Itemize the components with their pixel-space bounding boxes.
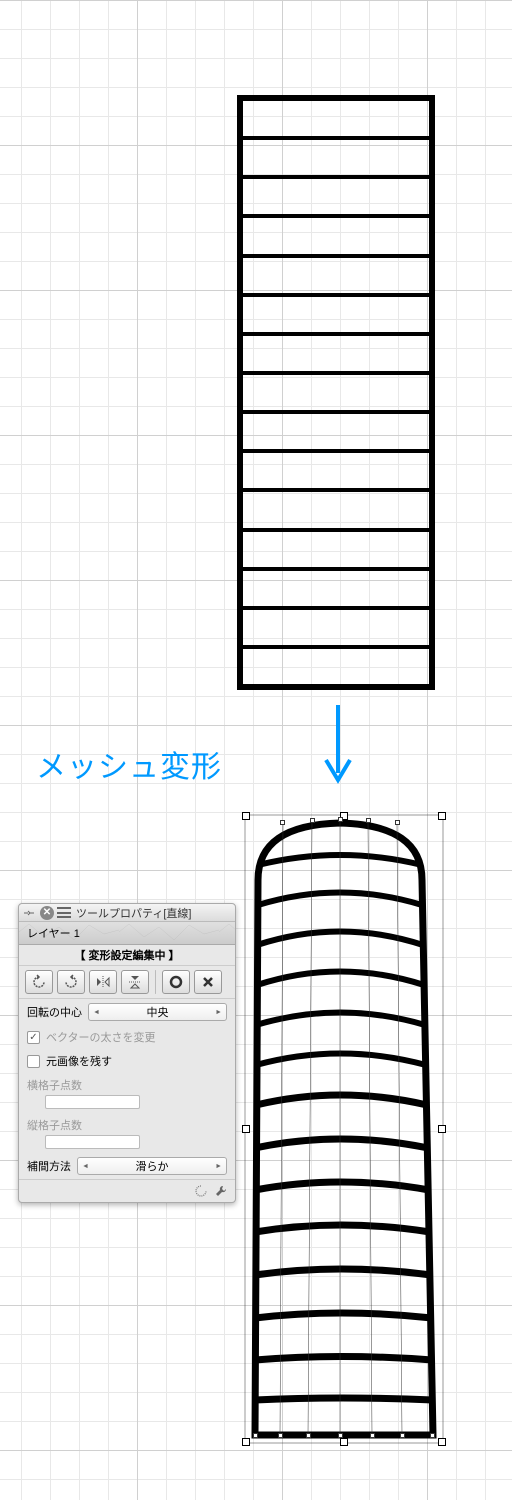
layer-tab[interactable]: レイヤー 1	[19, 922, 235, 945]
mesh-handle[interactable]	[438, 812, 446, 820]
menu-icon[interactable]	[57, 907, 71, 918]
flip-horizontal-icon[interactable]	[89, 970, 117, 994]
collapse-icon[interactable]	[23, 906, 37, 920]
reset-icon[interactable]	[193, 1183, 209, 1199]
mesh-point[interactable]	[278, 1433, 283, 1438]
ladder-shape-original	[237, 95, 435, 690]
mesh-handle[interactable]	[438, 1438, 446, 1446]
arrow-down-icon	[318, 705, 358, 793]
flip-vertical-icon[interactable]	[121, 970, 149, 994]
horizontal-grid-row: 横格子点数	[19, 1073, 235, 1113]
layer-tab-label: レイヤー 1	[27, 928, 80, 940]
transform-editing-label: 【 変形設定編集中 】	[19, 945, 235, 966]
close-icon[interactable]: ✕	[40, 906, 54, 920]
rotate-cw-icon[interactable]	[57, 970, 85, 994]
panel-footer	[19, 1179, 235, 1202]
separator	[155, 970, 156, 994]
interpolation-select[interactable]: 滑らか	[77, 1157, 227, 1175]
vector-thickness-label: ベクターの太さを変更	[46, 1029, 156, 1045]
mesh-handle[interactable]	[340, 1438, 348, 1446]
keep-original-label: 元画像を残す	[46, 1053, 112, 1069]
mesh-point[interactable]	[366, 818, 371, 823]
confirm-icon[interactable]	[162, 970, 190, 994]
horizontal-grid-input[interactable]	[45, 1095, 140, 1109]
wrench-icon[interactable]	[213, 1183, 229, 1199]
vector-thickness-checkbox[interactable]: ✓	[27, 1031, 40, 1044]
tool-property-panel: ✕ ツールプロパティ[直線] レイヤー 1 【 変形設定編集中 】 回転の中心	[18, 903, 236, 1203]
mesh-handle[interactable]	[242, 1438, 250, 1446]
vector-thickness-row: ✓ ベクターの太さを変更	[19, 1025, 235, 1049]
keep-original-checkbox[interactable]	[27, 1055, 40, 1068]
mesh-point[interactable]	[310, 818, 315, 823]
mesh-point[interactable]	[430, 1433, 435, 1438]
mesh-handle[interactable]	[242, 812, 250, 820]
keep-original-row: 元画像を残す	[19, 1049, 235, 1073]
rotate-ccw-icon[interactable]	[25, 970, 53, 994]
mesh-point[interactable]	[338, 817, 343, 822]
horizontal-grid-label: 横格子点数	[27, 1077, 82, 1093]
mesh-handle[interactable]	[438, 1125, 446, 1133]
panel-title: ツールプロパティ[直線]	[76, 905, 191, 921]
rotation-center-select[interactable]: 中央	[88, 1003, 227, 1021]
mesh-point[interactable]	[280, 820, 285, 825]
deformed-shape[interactable]	[240, 810, 445, 1450]
vertical-grid-input[interactable]	[45, 1135, 140, 1149]
vertical-grid-row: 縦格子点数	[19, 1113, 235, 1153]
mesh-handle[interactable]	[242, 1125, 250, 1133]
rotation-center-row: 回転の中心 中央	[19, 999, 235, 1025]
mesh-point[interactable]	[338, 1433, 343, 1438]
mesh-point[interactable]	[306, 1433, 311, 1438]
interpolation-row: 補間方法 滑らか	[19, 1153, 235, 1179]
mesh-point[interactable]	[400, 1433, 405, 1438]
interpolation-label: 補間方法	[27, 1158, 71, 1174]
tool-icon-row	[19, 966, 235, 999]
rotation-center-label: 回転の中心	[27, 1004, 82, 1020]
vertical-grid-label: 縦格子点数	[27, 1117, 82, 1133]
cancel-icon[interactable]	[194, 970, 222, 994]
mesh-point[interactable]	[370, 1433, 375, 1438]
mesh-point[interactable]	[395, 820, 400, 825]
annotation-label: メッシュ変形	[36, 742, 222, 786]
panel-title-bar[interactable]: ✕ ツールプロパティ[直線]	[19, 904, 235, 922]
mesh-point[interactable]	[253, 1433, 258, 1438]
